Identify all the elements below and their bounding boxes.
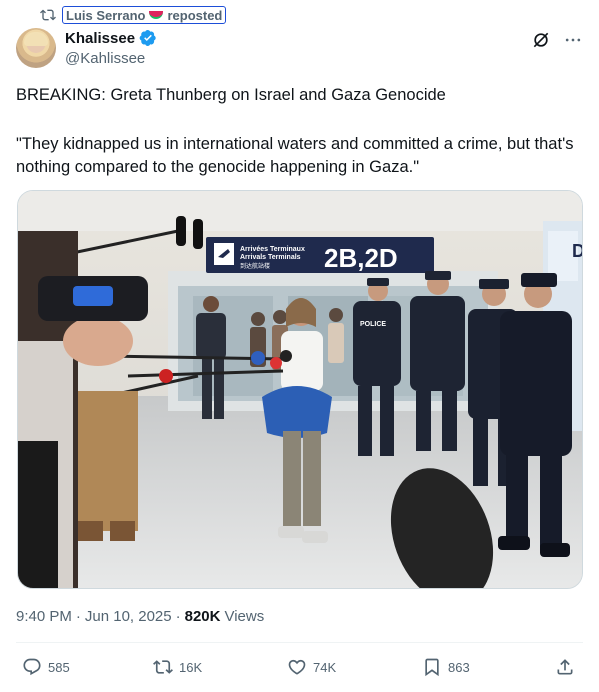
repost-label: reposted	[167, 7, 223, 23]
reply-icon	[23, 658, 41, 676]
tweet-quote: "They kidnapped us in international wate…	[16, 135, 574, 176]
repost-count: 16K	[179, 659, 203, 675]
sign-line-2: Arrivals Terminals	[240, 254, 301, 261]
sign-line-1: Arrivées Terminaux	[240, 246, 305, 253]
meta-separator: ·	[175, 608, 181, 625]
tweet-headline: BREAKING: Greta Thunberg on Israel and G…	[16, 86, 446, 104]
retweet-icon	[40, 9, 56, 21]
retweet-icon	[153, 660, 173, 674]
police-label-1: POLICE	[360, 321, 386, 328]
bookmark-button[interactable]: 863	[422, 654, 470, 680]
views-count: 820K	[184, 608, 221, 625]
divider	[16, 642, 583, 643]
views-label: Views	[224, 608, 265, 625]
author-name-row[interactable]: Khalissee	[65, 29, 157, 47]
verified-badge-icon	[139, 29, 156, 47]
press-foreground	[18, 231, 148, 588]
repost-button[interactable]: 16K	[153, 654, 202, 680]
meta-separator: ·	[75, 608, 81, 625]
bookmark-count: 863	[448, 659, 470, 675]
more-options-icon[interactable]	[563, 30, 583, 50]
share-icon	[557, 659, 573, 675]
grok-icon[interactable]	[531, 30, 551, 50]
tweet-photo[interactable]: Arrivées Terminaux Arrivals Terminals 到达…	[17, 190, 583, 589]
tweet-date[interactable]: Jun 10, 2025	[85, 608, 172, 625]
avatar[interactable]	[16, 28, 56, 68]
tweet-meta: 9:40 PM · Jun 10, 2025 · 820K Views	[16, 608, 264, 625]
reposter-link[interactable]: Luis Serrano reposted	[62, 6, 227, 24]
bookmark-icon	[425, 658, 439, 677]
sign-terminals: 2B,2D	[324, 243, 398, 273]
author-display-name[interactable]: Khalissee	[65, 30, 135, 47]
reply-button[interactable]: 585	[22, 654, 70, 680]
heart-icon	[288, 659, 306, 675]
like-count: 74K	[313, 659, 337, 675]
repost-header: Luis Serrano reposted	[40, 6, 227, 24]
reposter-name: Luis Serrano	[66, 7, 146, 23]
tweet-top-actions	[531, 30, 583, 50]
reply-count: 585	[48, 659, 70, 675]
watermelon-icon	[149, 11, 164, 19]
author-handle[interactable]: @Kahlissee	[65, 50, 145, 67]
tweet-actions: 585 16K 74K 863	[16, 654, 583, 680]
sign-line-3: 到达航站楼	[240, 262, 270, 270]
airport-scene-photo: Arrivées Terminaux Arrivals Terminals 到达…	[18, 191, 583, 588]
right-sign-letter: D	[572, 241, 583, 261]
like-button[interactable]: 74K	[287, 654, 336, 680]
share-button[interactable]	[555, 654, 575, 680]
tweet-time[interactable]: 9:40 PM	[16, 608, 72, 625]
